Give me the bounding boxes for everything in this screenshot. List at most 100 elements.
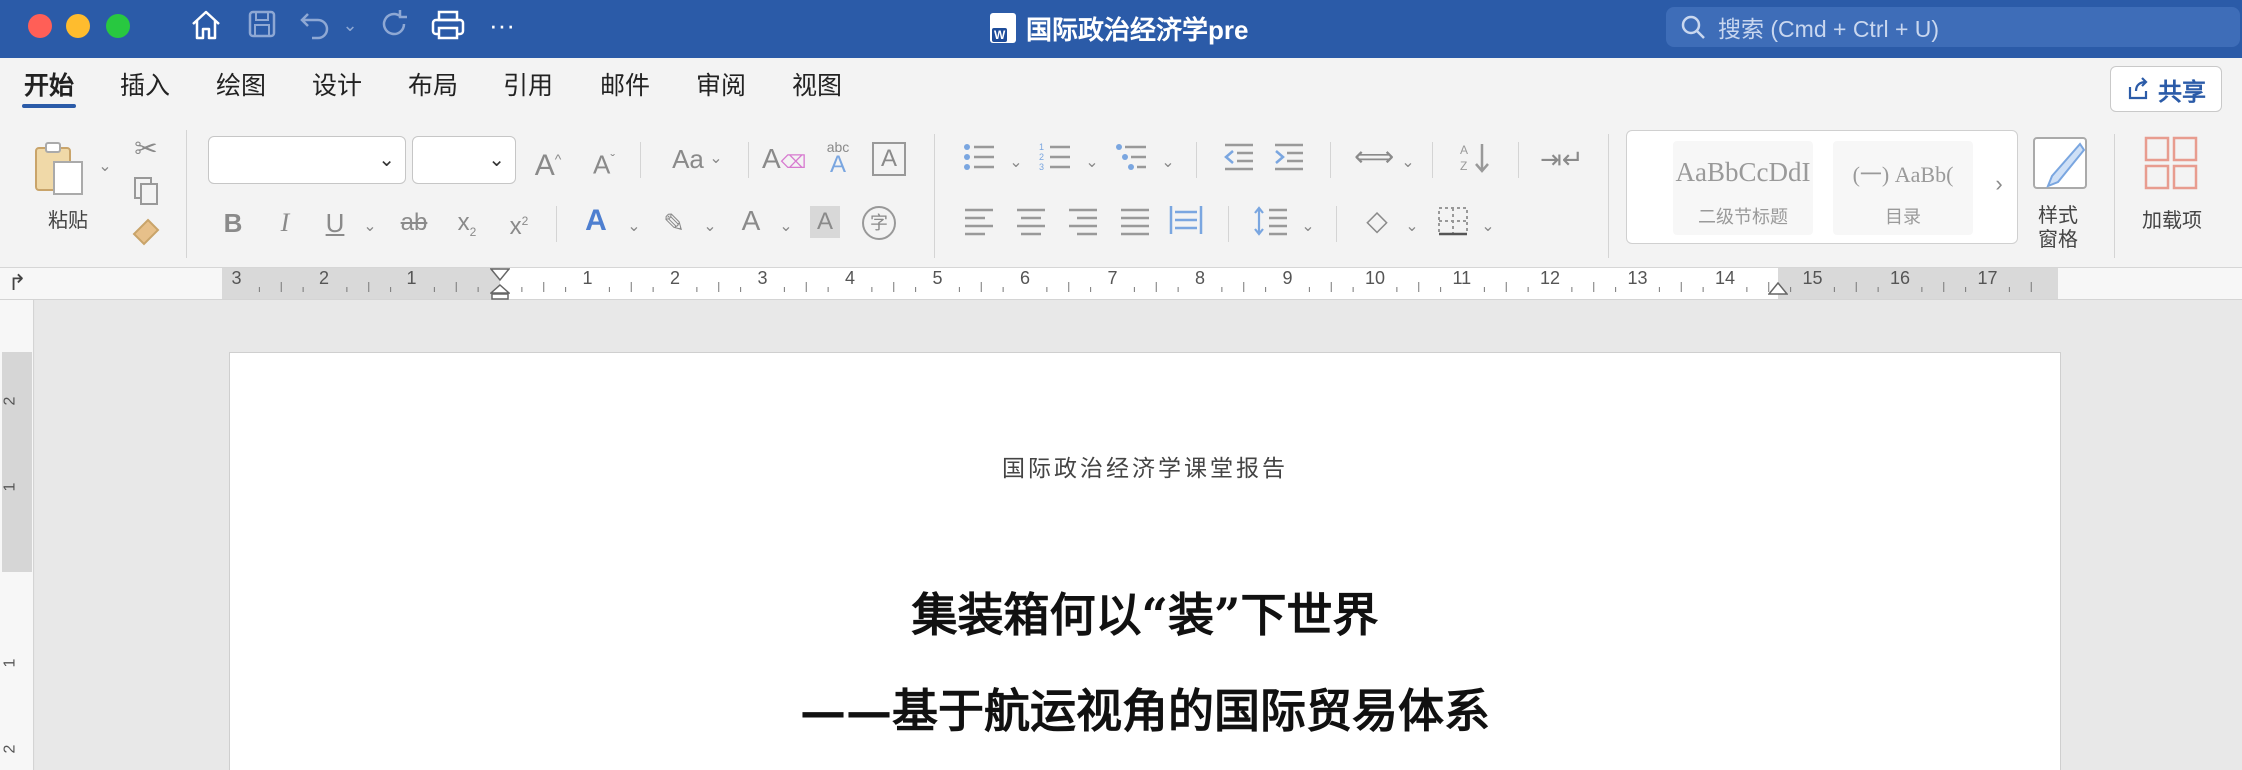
close-window-button[interactable]: [28, 14, 52, 38]
ribbon-separator: [1196, 142, 1197, 178]
borders-icon[interactable]: [1436, 206, 1470, 244]
document-subtitle-heading: ——基于航运视角的国际贸易体系: [800, 684, 1490, 738]
document-title-text: 国际政治经济学pre: [1026, 14, 1249, 45]
shading-dropdown-icon[interactable]: ⌄: [1402, 210, 1422, 244]
zoom-window-button[interactable]: [106, 14, 130, 38]
highlight-dropdown-icon[interactable]: ⌄: [700, 210, 720, 244]
underline-dropdown-icon[interactable]: ⌄: [360, 210, 380, 244]
format-painter-icon[interactable]: [128, 218, 164, 256]
line-spacing-icon[interactable]: [1252, 206, 1290, 244]
multilevel-list-icon[interactable]: [1114, 142, 1148, 180]
tab-references[interactable]: 引用: [503, 68, 553, 104]
line-spacing-dropdown-icon[interactable]: ⌄: [1298, 210, 1318, 244]
decrease-indent-icon[interactable]: [1222, 142, 1256, 180]
text-direction-dropdown-icon[interactable]: ⌄: [1398, 146, 1418, 180]
svg-text:2: 2: [1039, 152, 1044, 162]
document-page[interactable]: 国际政治经济学课堂报告 集装箱何以“装”下世界 ——基于航运视角的国际贸易体系: [229, 352, 2061, 770]
align-left-icon[interactable]: [962, 206, 996, 244]
share-icon: [2128, 77, 2148, 100]
bullets-dropdown-icon[interactable]: ⌄: [1006, 146, 1026, 180]
multilevel-list-dropdown-icon[interactable]: ⌄: [1158, 146, 1178, 180]
first-line-indent-marker[interactable]: [489, 268, 511, 282]
right-indent-marker[interactable]: [1767, 281, 1789, 298]
tab-mailings[interactable]: 邮件: [600, 68, 650, 104]
bold-icon[interactable]: B: [218, 206, 248, 240]
vruler-number: 1: [1, 658, 19, 668]
horizontal-ruler[interactable]: ↱ 3 2 1 1 2 3 4 5 6 7 8 9 10 11 12 13 14 15 16 17: [0, 268, 2242, 300]
styles-pane-label-line2: 窗格: [2038, 229, 2078, 251]
add-ins-icon[interactable]: [2142, 134, 2202, 198]
copy-icon[interactable]: [128, 176, 164, 214]
borders-dropdown-icon[interactable]: ⌄: [1478, 210, 1498, 244]
font-color-dropdown-icon[interactable]: ⌄: [776, 210, 796, 244]
font-name-dropdown[interactable]: ⌄: [208, 136, 406, 184]
shrink-font-icon[interactable]: Aˇ: [584, 142, 624, 182]
sort-icon[interactable]: AZ: [1456, 142, 1496, 182]
chevron-right-icon[interactable]: ›: [1987, 167, 2011, 201]
phonetic-guide-icon[interactable]: abc A: [818, 138, 858, 177]
paste-icon[interactable]: [30, 138, 90, 198]
justify-icon[interactable]: [1118, 206, 1152, 244]
tab-draw[interactable]: 绘图: [216, 68, 266, 104]
vertical-ruler[interactable]: 2 1 1 2: [0, 300, 34, 770]
highlight-icon[interactable]: ✎: [656, 206, 692, 240]
numbering-icon[interactable]: 123: [1038, 142, 1072, 180]
superscript-icon[interactable]: x2: [504, 204, 534, 244]
tab-view[interactable]: 视图: [792, 68, 842, 104]
undo-dropdown-icon[interactable]: ⌄: [340, 8, 360, 42]
redo-icon[interactable]: [376, 8, 412, 42]
distributed-icon[interactable]: [1168, 204, 1204, 244]
increase-indent-icon[interactable]: [1272, 142, 1306, 180]
grow-font-icon[interactable]: A^: [528, 142, 568, 183]
share-button[interactable]: 共享: [2110, 66, 2222, 112]
font-color-icon[interactable]: A: [736, 204, 766, 238]
underline-icon[interactable]: U: [320, 206, 350, 240]
text-effects-icon[interactable]: A: [578, 204, 614, 238]
bullets-icon[interactable]: [962, 142, 996, 180]
tab-review[interactable]: 审阅: [696, 68, 746, 104]
text-effects-dropdown-icon[interactable]: ⌄: [624, 210, 644, 244]
tab-layout[interactable]: 布局: [408, 68, 458, 104]
ribbon-separator: [556, 206, 557, 242]
style-item[interactable]: (一) AaBb( 目录: [1833, 141, 1973, 235]
save-icon[interactable]: [244, 8, 280, 42]
italic-icon[interactable]: I: [270, 206, 300, 240]
styles-pane-label-line1: 样式: [2038, 205, 2078, 227]
style-item[interactable]: AaBbCcDdI 二级节标题: [1673, 141, 1813, 235]
tab-insert[interactable]: 插入: [120, 68, 170, 104]
hanging-indent-marker[interactable]: [489, 283, 511, 300]
undo-icon[interactable]: [296, 8, 336, 42]
tab-design[interactable]: 设计: [312, 68, 362, 104]
ribbon-separator: [748, 142, 749, 178]
strikethrough-icon[interactable]: ab: [396, 206, 432, 240]
more-options-icon[interactable]: ···: [484, 8, 520, 42]
text-direction-icon[interactable]: ⟺: [1354, 140, 1394, 174]
paste-dropdown-icon[interactable]: ⌄: [96, 150, 114, 184]
style-name: 二级节标题: [1698, 207, 1788, 227]
change-case-dropdown-icon[interactable]: ⌄: [706, 142, 726, 176]
clear-formatting-icon[interactable]: A⌫: [762, 142, 806, 179]
search-input[interactable]: 搜索 (Cmd + Ctrl + U): [1666, 7, 2240, 47]
style-name: 目录: [1885, 207, 1921, 227]
font-size-dropdown[interactable]: ⌄: [412, 136, 516, 184]
minimize-window-button[interactable]: [66, 14, 90, 38]
home-icon[interactable]: [188, 8, 224, 42]
subscript-icon[interactable]: x2: [452, 206, 482, 249]
cut-icon[interactable]: ✂: [128, 132, 164, 166]
show-formatting-marks-icon[interactable]: ⇥↵: [1540, 142, 1584, 176]
active-tab-indicator: [22, 104, 76, 108]
enclose-characters-icon[interactable]: 字: [862, 206, 896, 240]
shading-icon[interactable]: ◇: [1358, 204, 1396, 238]
styles-pane-icon[interactable]: [2030, 134, 2090, 198]
numbering-dropdown-icon[interactable]: ⌄: [1082, 146, 1102, 180]
tab-home[interactable]: 开始: [24, 68, 74, 104]
print-icon[interactable]: [428, 8, 468, 42]
character-shading-icon[interactable]: A: [810, 206, 840, 238]
align-right-icon[interactable]: [1066, 206, 1100, 244]
character-border-icon[interactable]: A: [872, 142, 906, 176]
align-center-icon[interactable]: [1014, 206, 1048, 244]
document-title-heading: 集装箱何以“装”下世界: [911, 588, 1379, 642]
ribbon-separator: [1518, 142, 1519, 178]
share-label: 共享: [2158, 78, 2206, 106]
ribbon-separator: [934, 134, 935, 258]
